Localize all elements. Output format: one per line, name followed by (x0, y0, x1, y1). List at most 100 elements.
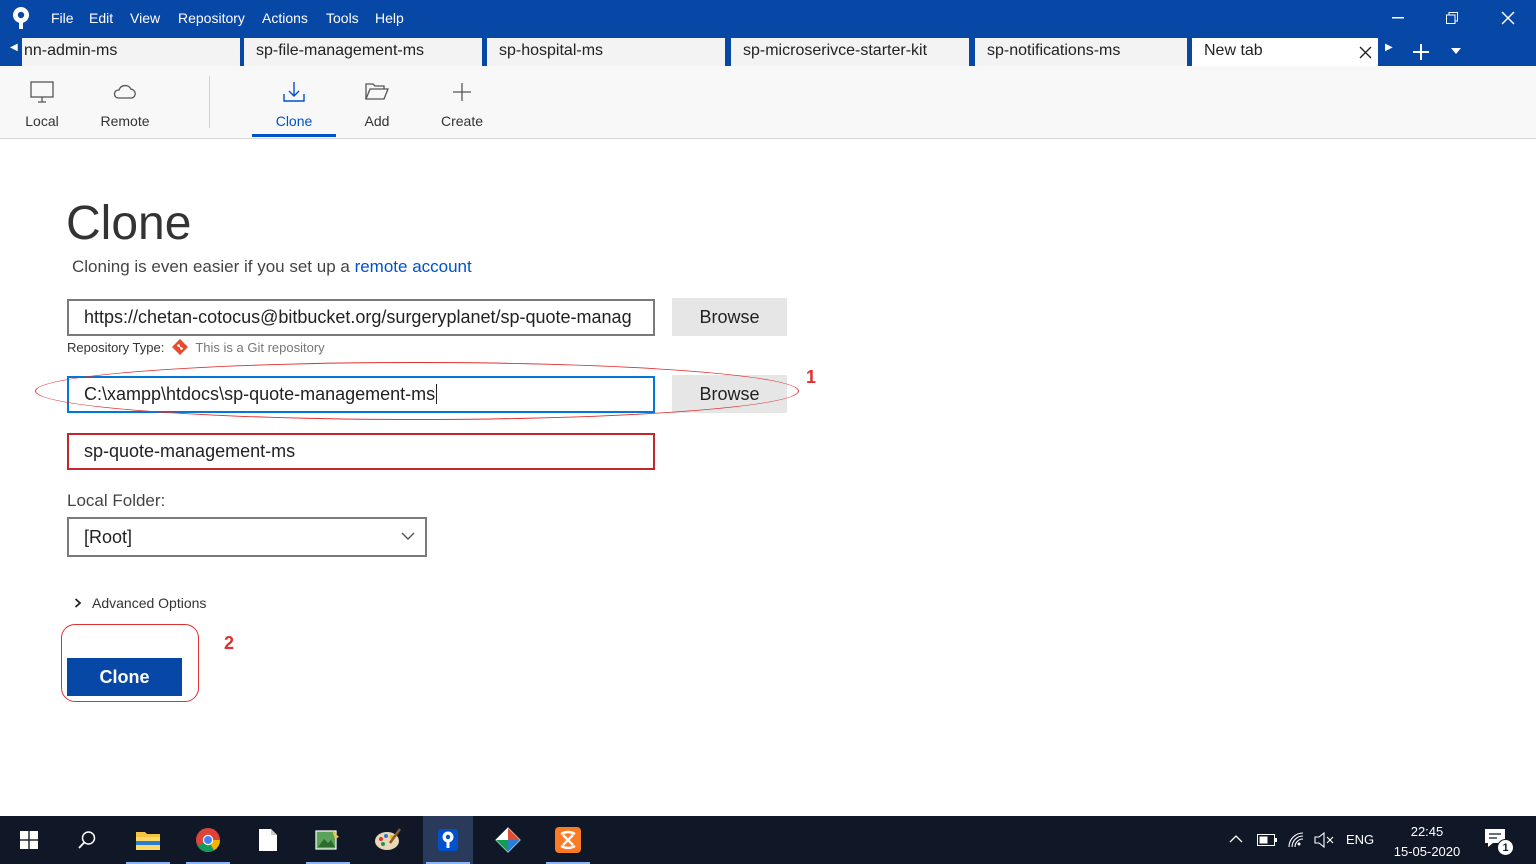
repository-type: Repository Type: This is a Git repositor… (67, 339, 325, 355)
local-folder-select[interactable]: [Root] (67, 517, 427, 557)
tab-new-tab[interactable]: New tab (1192, 38, 1378, 66)
menu-repository[interactable]: Repository (178, 10, 245, 26)
tab-sp-file-management-ms[interactable]: sp-file-management-ms (244, 38, 482, 66)
remote-account-link[interactable]: remote account (355, 257, 472, 276)
title-bar: File Edit View Repository Actions Tools … (0, 0, 1536, 36)
battery-icon[interactable] (1257, 834, 1277, 846)
taskbar-git-app[interactable] (483, 816, 533, 864)
tab-label: New tab (1204, 42, 1263, 59)
annotation-number-2: 2 (224, 633, 235, 653)
source-url-input[interactable]: https://chetan-cotocus@bitbucket.org/sur… (67, 299, 655, 336)
monitor-icon (30, 81, 54, 103)
volume-muted-icon[interactable] (1314, 832, 1334, 848)
menu-edit[interactable]: Edit (89, 10, 113, 26)
toolbar: Local Remote Clone Add Create (0, 66, 1536, 139)
local-folder-label: Local Folder: (67, 491, 166, 510)
chevron-right-icon (74, 598, 82, 608)
xampp-icon (555, 827, 581, 853)
plus-icon (453, 83, 471, 101)
menu-tools[interactable]: Tools (326, 10, 359, 26)
local-label: Local (25, 113, 59, 129)
tab-list-chevron-icon[interactable] (1451, 48, 1461, 54)
tab-strip: ◀ nn-admin-ms sp-file-management-ms sp-h… (0, 36, 1536, 66)
close-window-button[interactable] (1482, 0, 1534, 36)
tab-sp-notifications-ms[interactable]: sp-notifications-ms (975, 38, 1187, 66)
tab-sp-hospital-ms[interactable]: sp-hospital-ms (487, 38, 725, 66)
folder-open-icon (365, 83, 389, 100)
clock[interactable]: 22:45 15-05-2020 (1388, 822, 1466, 862)
subtitle-text: Cloning is even easier if you set up a (72, 257, 355, 276)
taskbar: ENG 22:45 15-05-2020 1 (0, 816, 1536, 864)
annotation-ring-1 (35, 362, 799, 420)
sourcetree-taskbar-icon (438, 829, 458, 851)
input-language[interactable]: ENG (1346, 832, 1374, 847)
browse-source-button[interactable]: Browse (672, 298, 787, 336)
local-button[interactable]: Local (12, 66, 72, 138)
taskbar-document[interactable] (243, 816, 293, 864)
search-icon (78, 831, 96, 849)
advanced-options-toggle[interactable]: Advanced Options (74, 595, 206, 611)
add-tab-icon[interactable] (1412, 43, 1430, 61)
tab-nn-admin-ms[interactable]: nn-admin-ms (22, 38, 240, 66)
git-kraken-icon (495, 827, 521, 853)
subtitle: Cloning is even easier if you set up a r… (72, 257, 472, 277)
taskbar-paint[interactable] (363, 816, 413, 864)
taskbar-sourcetree[interactable] (423, 816, 473, 864)
page-title: Clone (66, 197, 192, 250)
clone-tab-button[interactable]: Clone (252, 66, 336, 138)
wifi-icon[interactable] (1287, 831, 1305, 849)
tab-label: sp-microserivce-starter-kit (743, 42, 928, 59)
remote-label: Remote (100, 113, 150, 129)
taskbar-xampp[interactable] (543, 816, 593, 864)
file-explorer-icon (136, 832, 160, 850)
document-icon (259, 829, 277, 851)
chevron-down-icon (401, 532, 415, 540)
clone-tab-label: Clone (275, 113, 313, 129)
paint-palette-icon (375, 828, 402, 850)
menu-view[interactable]: View (130, 10, 160, 26)
repo-type-hint: This is a Git repository (195, 340, 325, 355)
minimize-button[interactable] (1372, 0, 1424, 36)
tab-label: sp-notifications-ms (987, 42, 1121, 59)
tab-sp-microserivce-starter-kit[interactable]: sp-microserivce-starter-kit (731, 38, 969, 66)
local-folder-value: [Root] (84, 527, 133, 547)
repository-name-input[interactable]: sp-quote-management-ms (67, 433, 655, 470)
taskbar-file-explorer[interactable] (123, 816, 173, 864)
taskbar-chrome[interactable] (183, 816, 233, 864)
taskbar-image-viewer[interactable] (303, 816, 353, 864)
search-button[interactable] (62, 816, 112, 864)
add-label: Add (364, 113, 390, 129)
cloud-icon (113, 84, 136, 99)
tab-label: nn-admin-ms (24, 42, 118, 59)
add-button[interactable]: Add (352, 66, 402, 138)
tab-scroll-left-icon[interactable]: ◀ (10, 42, 18, 53)
advanced-options-label: Advanced Options (92, 595, 207, 611)
remote-button[interactable]: Remote (92, 66, 158, 138)
action-center-button[interactable]: 1 (1484, 828, 1514, 856)
annotation-number-1: 1 (806, 367, 817, 387)
tab-scroll-right-icon[interactable]: ▶ (1385, 42, 1393, 53)
notification-badge: 1 (1497, 839, 1514, 856)
close-icon (1501, 11, 1515, 25)
image-viewer-icon (315, 830, 339, 850)
menu-actions[interactable]: Actions (262, 10, 308, 26)
create-label: Create (440, 113, 484, 129)
menu-file[interactable]: File (51, 10, 74, 26)
toolbar-divider (209, 76, 210, 128)
chrome-icon (196, 828, 220, 853)
chevron-up-icon[interactable] (1229, 834, 1243, 844)
create-button[interactable]: Create (432, 66, 492, 138)
annotation-ring-2 (61, 624, 199, 702)
windows-icon (20, 831, 38, 849)
menu-help[interactable]: Help (375, 10, 404, 26)
clock-date: 15-05-2020 (1393, 844, 1461, 859)
repo-type-label: Repository Type: (67, 340, 165, 355)
clock-time: 22:45 (1410, 824, 1444, 839)
active-tool-indicator (252, 134, 336, 137)
start-button[interactable] (4, 816, 54, 864)
git-icon (171, 339, 188, 355)
download-icon (283, 82, 305, 102)
tab-label: sp-file-management-ms (256, 42, 425, 59)
restore-button[interactable] (1426, 0, 1478, 36)
close-tab-icon[interactable] (1359, 46, 1372, 59)
